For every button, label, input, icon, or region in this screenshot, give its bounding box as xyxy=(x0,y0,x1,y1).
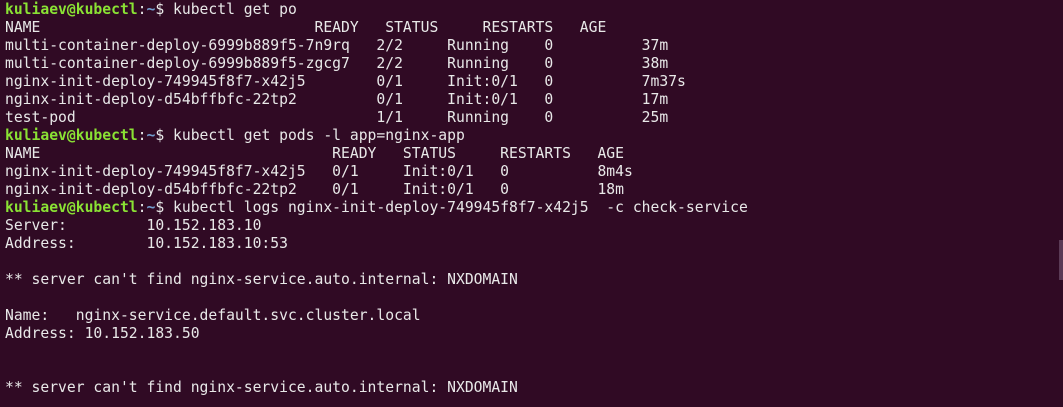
prompt-user: kuliaev@kubectl xyxy=(5,127,138,144)
terminal-window[interactable]: kuliaev@kubectl:~$ kubectl get po NAME R… xyxy=(0,0,1063,407)
table-row: nginx-init-deploy-d54bffbfc-22tp2 0/1 In… xyxy=(5,91,669,108)
prompt-user: kuliaev@kubectl xyxy=(5,1,138,18)
prompt-user: kuliaev@kubectl xyxy=(5,199,138,216)
log-line: Server: 10.152.183.10 xyxy=(5,217,262,234)
table-header: NAME READY STATUS RESTARTS AGE xyxy=(5,145,624,162)
log-line: ** server can't find nginx-service.auto.… xyxy=(5,271,518,288)
command-text: kubectl get pods -l app=nginx-app xyxy=(173,127,465,144)
table-header: NAME READY STATUS RESTARTS AGE xyxy=(5,19,607,36)
prompt-line-1: kuliaev@kubectl:~$ kubectl get po xyxy=(5,1,1063,19)
table-row: multi-container-deploy-6999b889f5-zgcg7 … xyxy=(5,55,669,72)
scrollbar-thumb[interactable] xyxy=(1059,240,1063,280)
table-row: nginx-init-deploy-749945f8f7-x42j5 0/1 I… xyxy=(5,73,686,90)
log-line: ** server can't find nginx-service.auto.… xyxy=(5,379,518,396)
log-line: Address: 10.152.183.10:53 xyxy=(5,235,288,252)
command-text: kubectl logs nginx-init-deploy-749945f8f… xyxy=(173,199,748,216)
command-text: kubectl get po xyxy=(173,1,297,18)
table-row: nginx-init-deploy-d54bffbfc-22tp2 0/1 In… xyxy=(5,181,624,198)
prompt-symbol: $ xyxy=(155,1,174,18)
prompt-line-2: kuliaev@kubectl:~$ kubectl get pods -l a… xyxy=(5,127,1063,145)
table-row: test-pod 1/1 Running 0 25m xyxy=(5,109,669,126)
prompt-path: ~ xyxy=(146,1,156,18)
prompt-symbol: $ xyxy=(155,127,174,144)
log-line: Address: 10.152.183.50 xyxy=(5,325,200,342)
prompt-path: ~ xyxy=(146,199,156,216)
prompt-line-3: kuliaev@kubectl:~$ kubectl logs nginx-in… xyxy=(5,199,1063,217)
prompt-symbol: $ xyxy=(155,199,174,216)
log-line: Name: nginx-service.default.svc.cluster.… xyxy=(5,307,421,324)
table-row: nginx-init-deploy-749945f8f7-x42j5 0/1 I… xyxy=(5,163,633,180)
prompt-path: ~ xyxy=(146,127,156,144)
table-row: multi-container-deploy-6999b889f5-7n9rq … xyxy=(5,37,669,54)
